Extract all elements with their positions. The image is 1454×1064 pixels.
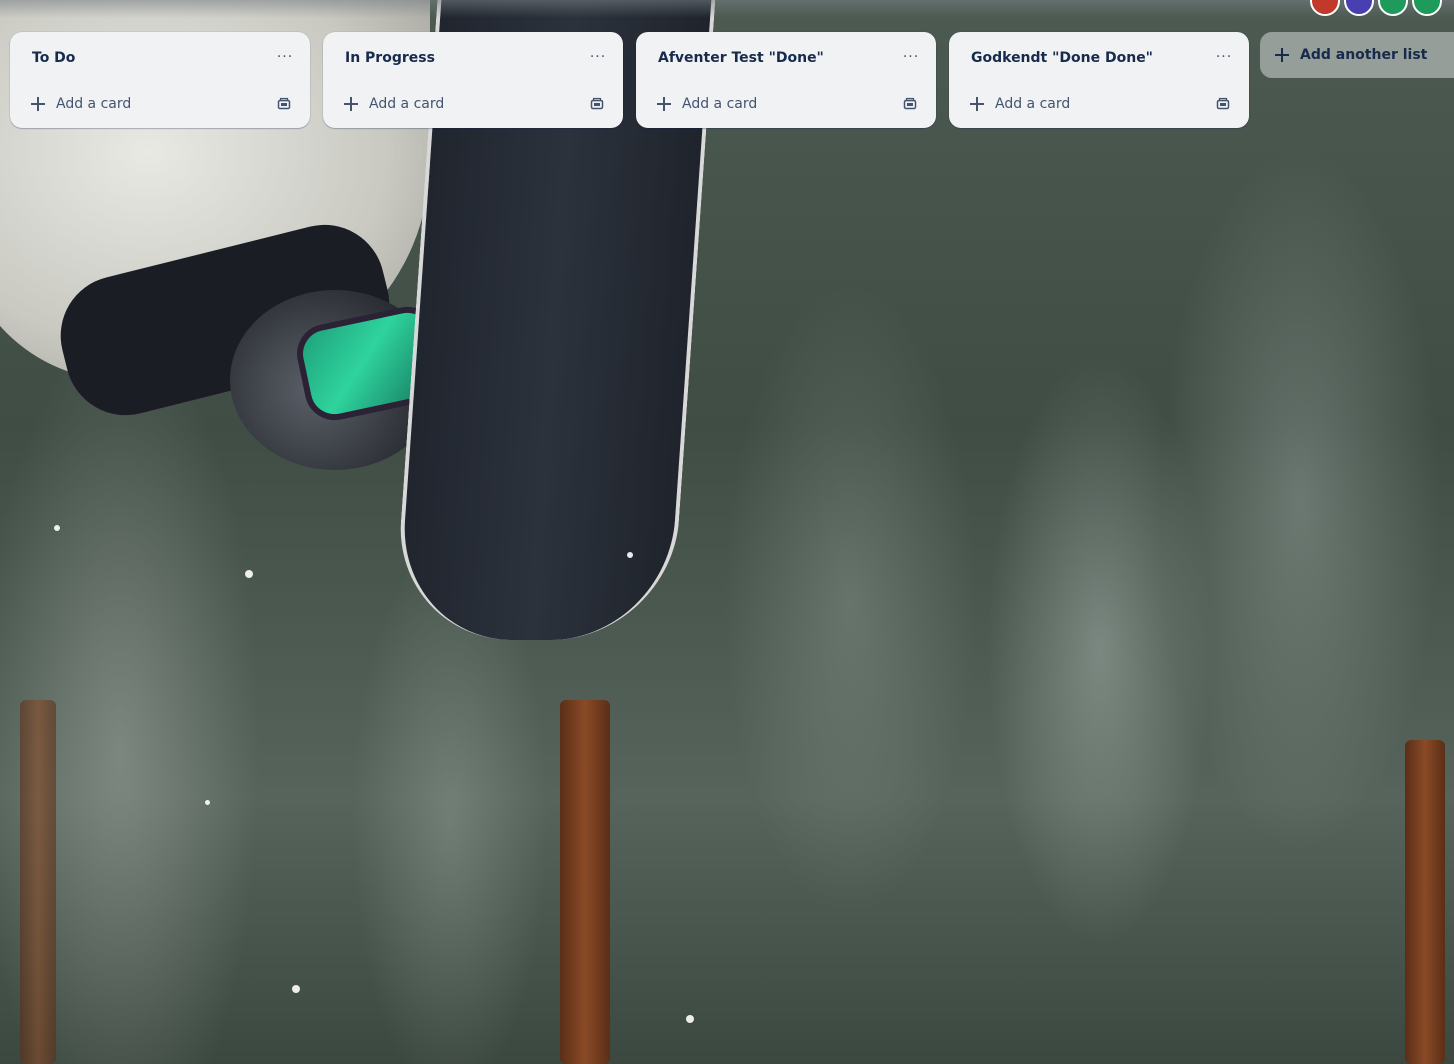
plus-icon <box>1274 47 1290 63</box>
list-godkendt: Godkendt "Done Done" ··· Add a card <box>949 32 1249 128</box>
add-card-button[interactable]: Add a card <box>650 90 880 118</box>
list-title[interactable]: To Do <box>32 50 75 66</box>
list-header[interactable]: Godkendt "Done Done" ··· <box>949 32 1249 84</box>
list-afventer-test: Afventer Test "Done" ··· Add a card <box>636 32 936 128</box>
card-template-icon[interactable] <box>585 92 609 116</box>
list-in-progress: In Progress ··· Add a card <box>323 32 623 128</box>
list-title[interactable]: Godkendt "Done Done" <box>971 50 1153 66</box>
tree-trunk <box>560 700 610 1064</box>
snowflake <box>245 570 253 578</box>
snowflake <box>54 525 60 531</box>
avatar[interactable] <box>1344 0 1374 16</box>
list-header[interactable]: Afventer Test "Done" ··· <box>636 32 936 84</box>
add-card-label: Add a card <box>369 96 445 112</box>
list-header[interactable]: To Do ··· <box>10 32 310 84</box>
avatar[interactable] <box>1310 0 1340 16</box>
more-horizontal-icon[interactable]: ··· <box>898 46 924 68</box>
plus-icon <box>343 96 359 112</box>
member-avatars <box>1310 0 1442 16</box>
add-list-label: Add another list <box>1300 47 1428 63</box>
top-bar-edge <box>0 0 1454 18</box>
board-lists: To Do ··· Add a card In Progress ··· Add… <box>10 32 1249 128</box>
add-card-button[interactable]: Add a card <box>24 90 254 118</box>
avatar[interactable] <box>1412 0 1442 16</box>
more-horizontal-icon[interactable]: ··· <box>1211 46 1237 68</box>
add-card-label: Add a card <box>995 96 1071 112</box>
more-horizontal-icon[interactable]: ··· <box>272 46 298 68</box>
tree-trunk <box>20 700 56 1064</box>
add-card-label: Add a card <box>682 96 758 112</box>
list-to-do: To Do ··· Add a card <box>10 32 310 128</box>
plus-icon <box>656 96 672 112</box>
more-horizontal-icon[interactable]: ··· <box>585 46 611 68</box>
add-card-button[interactable]: Add a card <box>337 90 567 118</box>
card-template-icon[interactable] <box>1211 92 1235 116</box>
tree-trunk <box>1405 740 1445 1064</box>
snowflake <box>627 552 633 558</box>
snowflake <box>205 800 210 805</box>
snowflake <box>292 985 300 993</box>
plus-icon <box>30 96 46 112</box>
board-canvas: To Do ··· Add a card In Progress ··· Add… <box>0 0 1454 1064</box>
avatar[interactable] <box>1378 0 1408 16</box>
add-another-list-button[interactable]: Add another list <box>1260 32 1454 78</box>
plus-icon <box>969 96 985 112</box>
add-card-button[interactable]: Add a card <box>963 90 1193 118</box>
list-title[interactable]: In Progress <box>345 50 435 66</box>
list-header[interactable]: In Progress ··· <box>323 32 623 84</box>
list-title[interactable]: Afventer Test "Done" <box>658 50 824 66</box>
card-template-icon[interactable] <box>272 92 296 116</box>
card-template-icon[interactable] <box>898 92 922 116</box>
snowflake <box>686 1015 694 1023</box>
add-card-label: Add a card <box>56 96 132 112</box>
